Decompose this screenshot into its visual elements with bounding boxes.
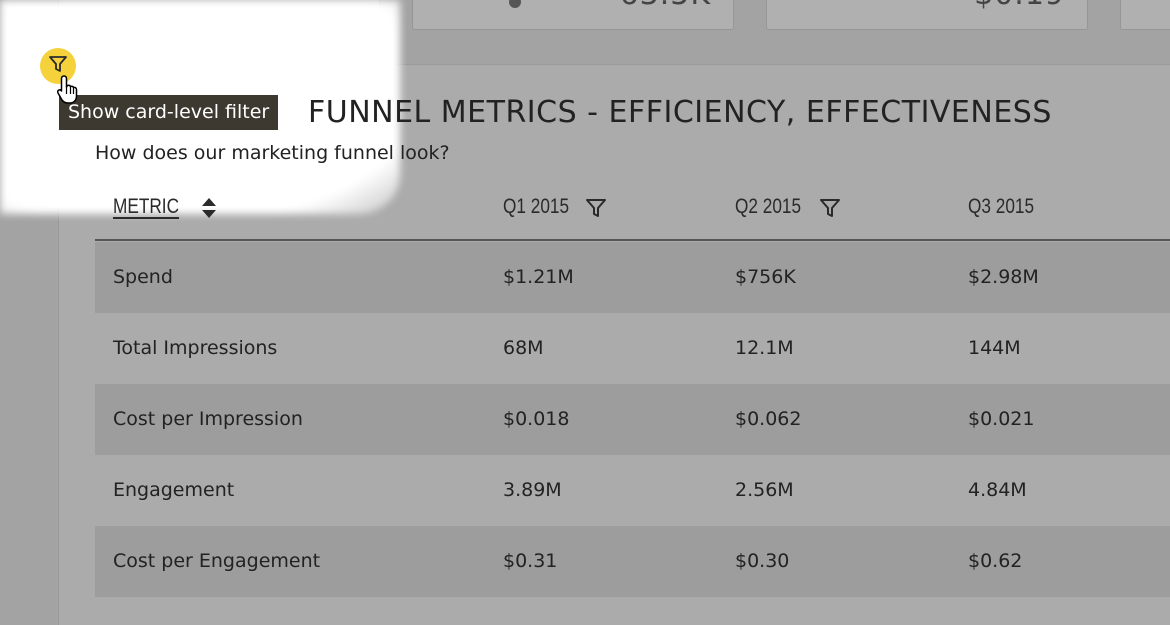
q1-cell: 68M	[503, 337, 544, 359]
metric-cell: Cost per Impression	[113, 408, 303, 430]
column-header-q2: Q2 2015	[735, 195, 802, 218]
funnel-icon[interactable]	[819, 197, 841, 223]
metric-cell: Engagement	[113, 479, 235, 501]
q1-cell: $1.21M	[503, 266, 574, 288]
column-header-q3: Q3 2015	[968, 195, 1035, 218]
table-row: Cost per Engagement $0.31 $0.30 $0.62	[95, 526, 1170, 597]
summary-card-value: 63.5K	[620, 0, 711, 12]
table-row: Spend $1.21M $756K $2.98M	[95, 242, 1170, 313]
q1-cell: $0.018	[503, 408, 570, 430]
metric-cell: Total Impressions	[113, 337, 278, 359]
q3-cell: $0.62	[968, 550, 1023, 572]
q3-cell: $0.021	[968, 408, 1035, 430]
card-title: FUNNEL METRICS - EFFICIENCY, EFFECTIVENE…	[308, 95, 1052, 130]
q1-cell: 3.89M	[503, 479, 562, 501]
table-header: METRIC Q1 2015 Q2 2015 Q3 2015	[95, 183, 1170, 241]
summary-card-indicator	[509, 0, 521, 8]
q3-cell: $2.98M	[968, 266, 1039, 288]
q2-cell: $756K	[735, 266, 796, 288]
q1-cell: $0.31	[503, 550, 558, 572]
sort-icon[interactable]	[201, 197, 217, 223]
q2-cell: $0.30	[735, 550, 790, 572]
column-header-metric[interactable]: METRIC	[113, 195, 179, 219]
card-filter-tooltip: Show card-level filter	[59, 95, 279, 130]
metric-cell: Cost per Engagement	[113, 550, 321, 572]
column-header-q1: Q1 2015	[503, 195, 570, 218]
q2-cell: 2.56M	[735, 479, 794, 501]
q3-cell: 4.84M	[968, 479, 1027, 501]
summary-card-4	[1120, 0, 1170, 30]
table-row: Engagement 3.89M 2.56M 4.84M	[95, 455, 1170, 526]
funnel-icon[interactable]	[585, 197, 607, 223]
table-row: Cost per Impression $0.018 $0.062 $0.021	[95, 384, 1170, 455]
summary-card-2: 63.5K	[412, 0, 734, 30]
hand-pointer-icon	[56, 74, 84, 110]
summary-card-3: $0.19	[766, 0, 1088, 30]
metric-cell: Spend	[113, 266, 173, 288]
q2-cell: 12.1M	[735, 337, 794, 359]
q2-cell: $0.062	[735, 408, 802, 430]
card-subtitle: How does our marketing funnel look?	[95, 142, 450, 164]
table-row: Total Impressions 68M 12.1M 144M	[95, 313, 1170, 384]
summary-card-value: $0.19	[974, 0, 1065, 12]
q3-cell: 144M	[968, 337, 1021, 359]
